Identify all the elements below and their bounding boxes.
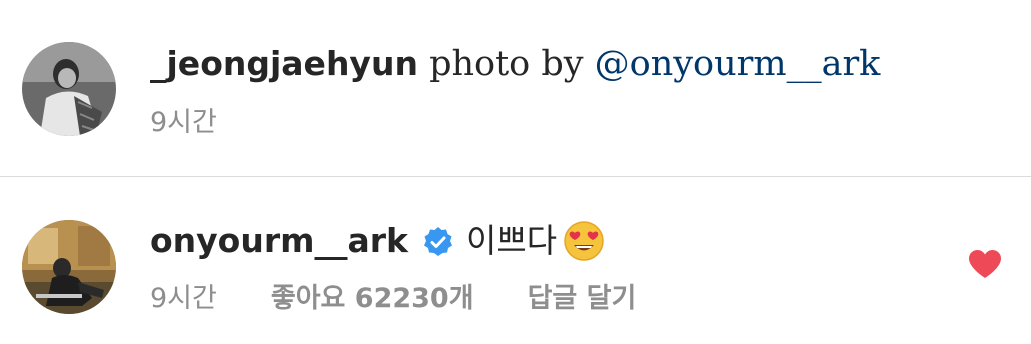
comment-likes-count[interactable]: 좋아요 62230개 xyxy=(271,282,474,316)
comment-line: onyourm__ark 이쁘다 xyxy=(150,219,605,263)
avatar[interactable] xyxy=(22,220,116,314)
caption-row: _jeongjaehyun photo by @onyourm__ark 9시간 xyxy=(0,0,1031,176)
avatar-photo-color xyxy=(22,220,116,314)
caption-text: photo by xyxy=(417,44,595,84)
caption-mention-link[interactable]: @onyourm__ark xyxy=(595,44,881,84)
comment-timestamp: 9시간 xyxy=(150,283,217,314)
comment-username[interactable]: onyourm__ark xyxy=(150,219,408,263)
avatar[interactable] xyxy=(22,42,116,136)
like-heart-icon[interactable] xyxy=(968,249,1002,279)
avatar-photo-grayscale xyxy=(22,42,116,136)
caption-username[interactable]: _jeongjaehyun xyxy=(150,44,418,83)
caption-line: _jeongjaehyun photo by @onyourm__ark xyxy=(150,42,880,86)
caption-timestamp: 9시간 xyxy=(150,107,217,138)
heart-eyes-emoji xyxy=(563,220,605,262)
verified-badge-icon xyxy=(422,225,454,257)
comment-text: 이쁘다 xyxy=(466,221,558,260)
reply-button[interactable]: 답글 달기 xyxy=(528,282,637,316)
comment-row: onyourm__ark 이쁘다 9시간 좋아요 62230개 답글 달기 xyxy=(0,177,1031,344)
comment-meta: 9시간 좋아요 62230개 답글 달기 xyxy=(150,282,636,316)
